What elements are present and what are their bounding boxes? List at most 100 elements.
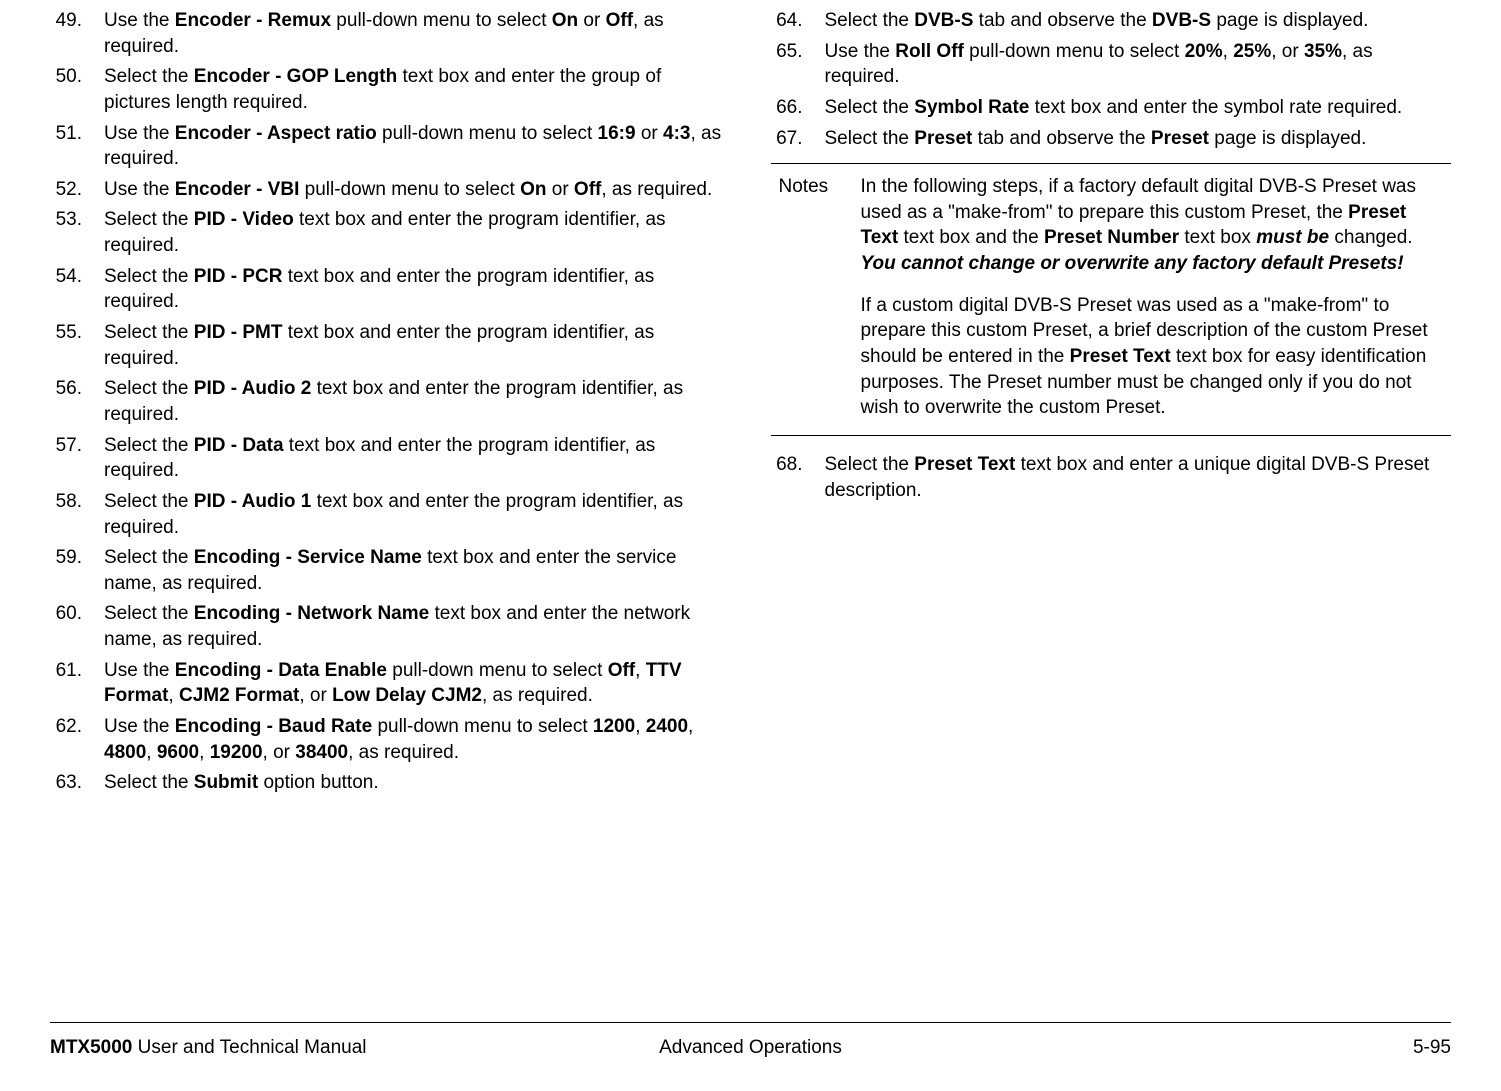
bold-text: Encoder - Remux	[175, 10, 331, 31]
step-number: 56.	[50, 376, 104, 427]
bold-text: Off	[574, 179, 601, 200]
procedure-step: 54.Select the PID - PCR text box and ent…	[50, 264, 731, 315]
bold-text: 35%	[1304, 41, 1342, 62]
procedure-step: 65.Use the Roll Off pull-down menu to se…	[771, 39, 1452, 90]
step-number: 68.	[771, 452, 825, 503]
bold-text: Submit	[194, 772, 258, 793]
left-column: 49.Use the Encoder - Remux pull-down men…	[50, 8, 731, 801]
step-text: Use the Encoding - Baud Rate pull-down m…	[104, 714, 731, 765]
bold-text: Encoder - GOP Length	[194, 66, 397, 87]
bold-text: PID - PCR	[194, 266, 283, 287]
right-column: 64.Select the DVB-S tab and observe the …	[771, 8, 1452, 801]
bold-text: Preset Number	[1044, 227, 1179, 248]
bold-text: Roll Off	[895, 41, 964, 62]
bold-text: Off	[608, 660, 635, 681]
step-text: Use the Encoder - Aspect ratio pull-down…	[104, 121, 731, 172]
bold-text: 1200	[593, 716, 635, 737]
step-text: Select the Symbol Rate text box and ente…	[825, 95, 1452, 121]
bold-text: On	[552, 10, 578, 31]
bold-text: Encoder - VBI	[175, 179, 300, 200]
notes-label: Notes	[771, 174, 861, 421]
step-number: 53.	[50, 207, 104, 258]
procedure-step: 68.Select the Preset Text text box and e…	[771, 452, 1452, 503]
bold-text: 4:3	[663, 123, 690, 144]
step-number: 60.	[50, 601, 104, 652]
step-number: 57.	[50, 433, 104, 484]
bold-text: Symbol Rate	[914, 97, 1029, 118]
bold-text: 16:9	[598, 123, 636, 144]
bold-text: Off	[606, 10, 633, 31]
bold-text: 38400	[295, 742, 348, 763]
procedure-step: 64.Select the DVB-S tab and observe the …	[771, 8, 1452, 34]
step-text: Select the PID - Data text box and enter…	[104, 433, 731, 484]
step-text: Use the Encoder - Remux pull-down menu t…	[104, 8, 731, 59]
step-number: 67.	[771, 126, 825, 152]
step-number: 65.	[771, 39, 825, 90]
footer-product: MTX5000	[50, 1037, 132, 1058]
step-number: 54.	[50, 264, 104, 315]
bold-italic-text: must be	[1256, 227, 1329, 248]
bold-text: Encoding - Network Name	[194, 603, 429, 624]
step-text: Select the Encoder - GOP Length text box…	[104, 64, 731, 115]
step-text: Select the PID - PCR text box and enter …	[104, 264, 731, 315]
bold-text: 19200	[210, 742, 263, 763]
procedure-step: 52.Use the Encoder - VBI pull-down menu …	[50, 177, 731, 203]
step-number: 66.	[771, 95, 825, 121]
procedure-step: 59.Select the Encoding - Service Name te…	[50, 545, 731, 596]
bold-text: CJM2 Format	[179, 685, 299, 706]
procedure-step: 49.Use the Encoder - Remux pull-down men…	[50, 8, 731, 59]
step-text: Use the Encoder - VBI pull-down menu to …	[104, 177, 731, 203]
procedure-step: 55.Select the PID - PMT text box and ent…	[50, 320, 731, 371]
step-text: Select the Encoding - Network Name text …	[104, 601, 731, 652]
footer-center: Advanced Operations	[517, 1035, 984, 1061]
step-number: 61.	[50, 658, 104, 709]
step-text: Select the Encoding - Service Name text …	[104, 545, 731, 596]
step-number: 59.	[50, 545, 104, 596]
step-text: Select the PID - Video text box and ente…	[104, 207, 731, 258]
bold-text: Encoding - Baud Rate	[175, 716, 372, 737]
bold-text: Preset	[1151, 128, 1209, 149]
bold-text: PID - Data	[194, 435, 284, 456]
step-text: Select the Preset Text text box and ente…	[825, 452, 1452, 503]
step-number: 51.	[50, 121, 104, 172]
bold-text: 9600	[157, 742, 199, 763]
bold-text: Preset	[914, 128, 972, 149]
step-number: 52.	[50, 177, 104, 203]
bold-text: Preset Text	[1070, 346, 1171, 367]
bold-text: Preset Text	[914, 454, 1015, 475]
bold-text: 25%	[1233, 41, 1271, 62]
footer-page-number: 5-95	[984, 1035, 1451, 1061]
bold-text: PID - PMT	[194, 322, 283, 343]
bold-text: PID - Video	[194, 209, 294, 230]
bold-text: Encoding - Service Name	[194, 547, 422, 568]
step-text: Select the PID - Audio 1 text box and en…	[104, 489, 731, 540]
procedure-step: 63.Select the Submit option button.	[50, 770, 731, 796]
content-columns: 49.Use the Encoder - Remux pull-down men…	[50, 0, 1451, 801]
procedure-step: 61.Use the Encoding - Data Enable pull-d…	[50, 658, 731, 709]
procedure-step: 50.Select the Encoder - GOP Length text …	[50, 64, 731, 115]
procedure-step: 53.Select the PID - Video text box and e…	[50, 207, 731, 258]
procedure-step: 60.Select the Encoding - Network Name te…	[50, 601, 731, 652]
step-text: Select the PID - Audio 2 text box and en…	[104, 376, 731, 427]
bold-text: Low Delay CJM2	[332, 685, 482, 706]
step-text: Select the DVB-S tab and observe the DVB…	[825, 8, 1452, 34]
step-number: 50.	[50, 64, 104, 115]
bold-text: On	[520, 179, 546, 200]
step-text: Select the Preset tab and observe the Pr…	[825, 126, 1452, 152]
footer-left: MTX5000 User and Technical Manual	[50, 1035, 517, 1061]
step-number: 58.	[50, 489, 104, 540]
step-number: 55.	[50, 320, 104, 371]
bold-text: PID - Audio 2	[194, 378, 312, 399]
bold-text: 2400	[646, 716, 688, 737]
bold-text: Encoding - Data Enable	[175, 660, 387, 681]
bold-text: DVB-S	[914, 10, 973, 31]
bold-text: PID - Audio 1	[194, 491, 312, 512]
step-text: Use the Encoding - Data Enable pull-down…	[104, 658, 731, 709]
procedure-step: 67.Select the Preset tab and observe the…	[771, 126, 1452, 152]
procedure-step: 62.Use the Encoding - Baud Rate pull-dow…	[50, 714, 731, 765]
step-text: Select the Submit option button.	[104, 770, 731, 796]
step-number: 63.	[50, 770, 104, 796]
page-footer: MTX5000 User and Technical Manual Advanc…	[50, 1022, 1451, 1061]
bold-text: Encoder - Aspect ratio	[175, 123, 377, 144]
notes-block: NotesIn the following steps, if a factor…	[771, 163, 1452, 436]
